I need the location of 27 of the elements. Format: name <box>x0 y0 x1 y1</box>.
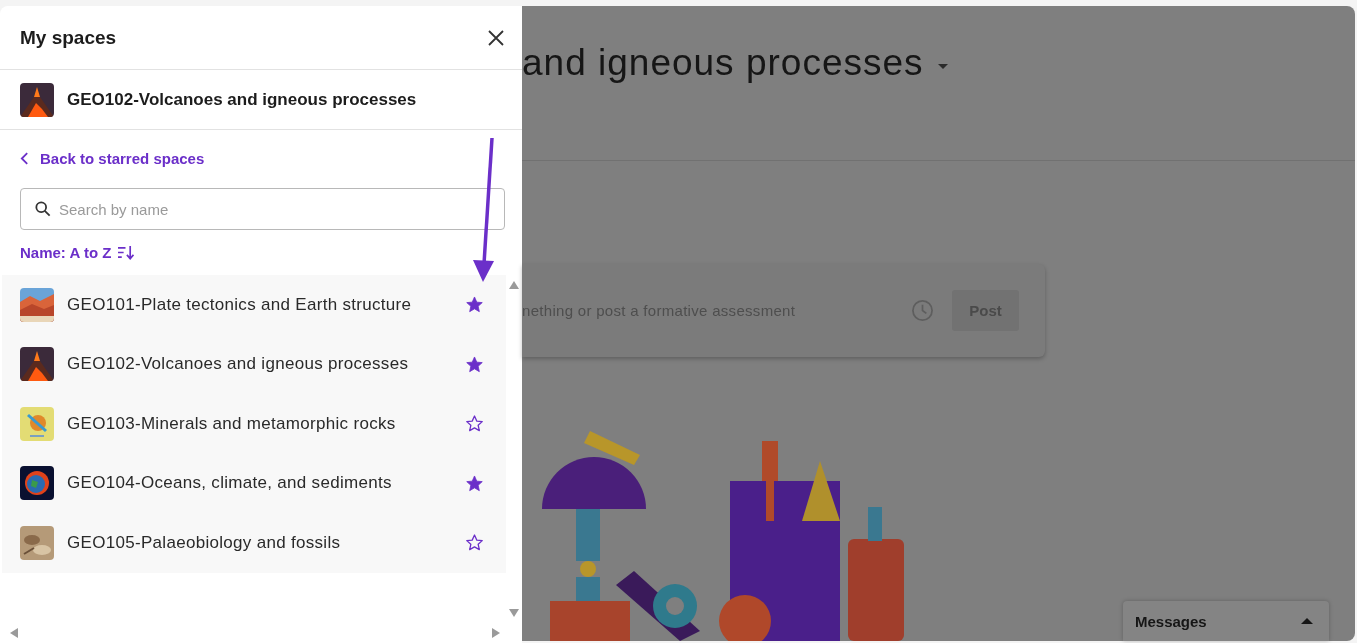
caret-up-icon <box>1301 618 1313 624</box>
panel-title: My spaces <box>20 26 117 49</box>
star-icon[interactable] <box>465 414 484 434</box>
search-icon <box>35 201 51 217</box>
space-item[interactable]: GEO103-Minerals and metamorphic rocks <box>2 394 506 454</box>
space-item[interactable]: GEO102-Volcanoes and igneous processes <box>2 334 506 394</box>
sort-icon <box>117 245 135 260</box>
sort-button[interactable]: Name: A to Z <box>20 244 135 261</box>
messages-bar[interactable]: Messages <box>1123 601 1329 641</box>
scroll-up-icon[interactable] <box>509 281 519 289</box>
close-icon[interactable] <box>486 27 506 48</box>
star-icon[interactable] <box>465 473 484 493</box>
space-item[interactable]: GEO101-Plate tectonics and Earth structure <box>2 275 506 335</box>
space-item[interactable]: GEO104-Oceans, climate, and sediments <box>2 453 506 513</box>
scroll-down-icon[interactable] <box>509 609 519 617</box>
scroll-left-icon[interactable] <box>10 628 18 638</box>
star-icon[interactable] <box>465 354 484 374</box>
space-title: and igneous processes <box>522 42 924 84</box>
star-icon[interactable] <box>465 295 484 315</box>
back-link[interactable]: Back to starred spaces <box>20 150 205 167</box>
chevron-left-icon <box>20 152 29 165</box>
star-icon[interactable] <box>465 533 484 553</box>
scroll-right-icon[interactable] <box>492 628 500 638</box>
search-field[interactable]: Search by name <box>20 188 505 230</box>
caret-icon[interactable] <box>937 64 948 69</box>
current-space-name: GEO102-Volcanoes and igneous processes <box>67 89 417 110</box>
space-item[interactable]: GEO105-Palaeobiology and fossils <box>2 513 506 573</box>
